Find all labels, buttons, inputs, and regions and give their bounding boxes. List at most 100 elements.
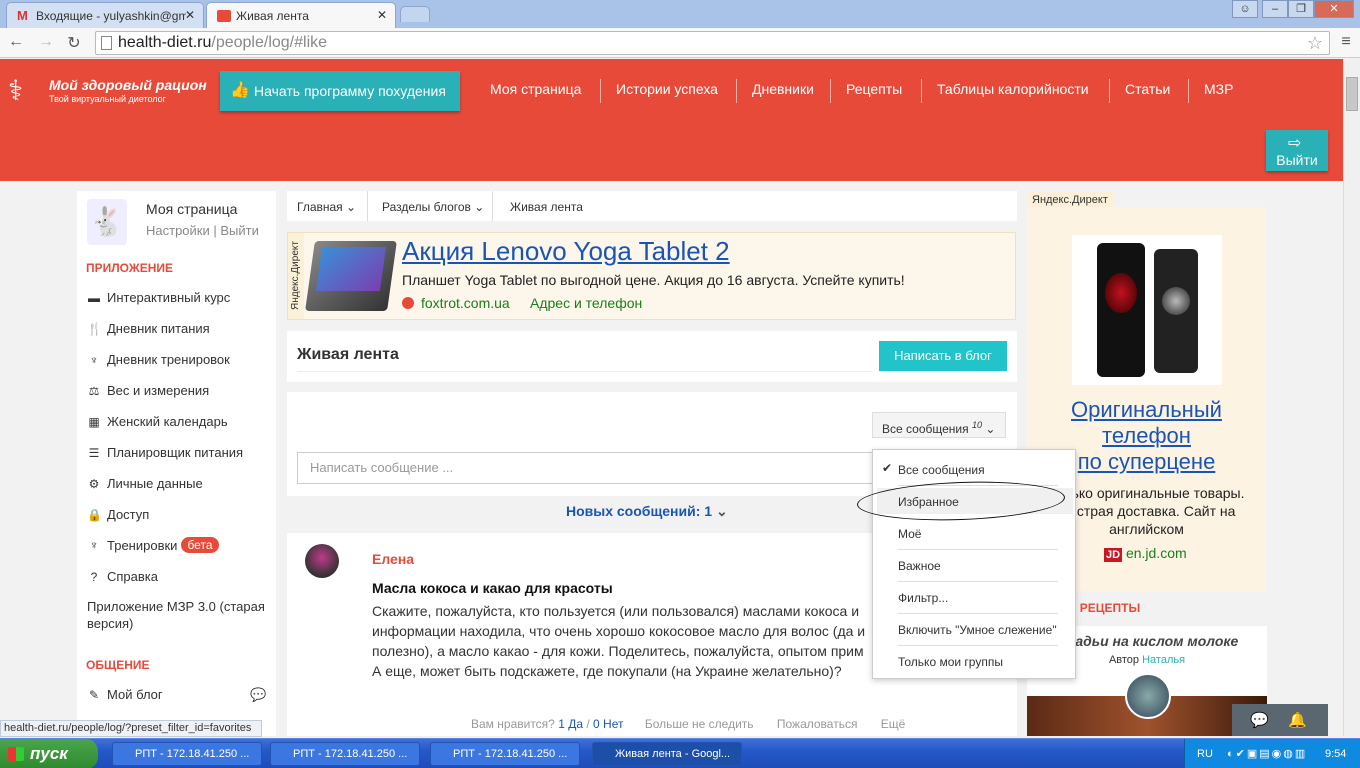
logo-title[interactable]: Мой здоровый рацион [49,77,207,93]
bell-icon[interactable]: 🔔 [1288,704,1307,736]
new-messages-link[interactable]: Новых сообщений: 1 ⌄ [566,503,728,520]
settings-link[interactable]: Настройки [146,223,210,238]
sidebar-item-trainings[interactable]: ♆ Тренировки бета [87,537,219,553]
post-author[interactable]: Елена [372,551,414,567]
message-input[interactable]: Написать сообщение ... [297,452,877,484]
sidebar-item-label: Женский календарь [107,414,228,429]
start-label: пуск [30,744,68,763]
gmail-icon: M [17,7,28,23]
filter-option-filter[interactable]: Фильтр... [898,591,948,605]
scrollbar-thumb[interactable] [1346,77,1358,111]
taskbar-item-rpt-3[interactable]: РПТ - 172.18.41.250 ... [430,742,580,766]
filter-option-my-groups[interactable]: Только мои группы [898,655,1003,669]
sidebar-item-access[interactable]: 🔒 Доступ [87,507,149,522]
author-avatar[interactable] [1125,673,1171,719]
page-scrollbar[interactable] [1343,59,1360,736]
filter-option-mine[interactable]: Моё [898,527,921,541]
write-blog-button[interactable]: Написать в блог [879,341,1007,371]
yandex-ad-top[interactable]: Яндекс.Директ Акция Lenovo Yoga Tablet 2… [287,232,1016,320]
taskbar-item-label: РПТ - 172.18.41.250 ... [453,748,568,760]
ad-right-title-line[interactable]: телефон [1027,423,1266,449]
new-tab-button[interactable] [400,6,430,22]
blog-user-icon: ✎ [88,687,100,702]
nav-calorie-tables[interactable]: Таблицы калорийности [937,81,1089,97]
unfollow-link[interactable]: Больше не следить [645,717,754,731]
avatar[interactable]: 🐇 [87,199,127,245]
user-icon[interactable]: ☺ [1232,0,1258,18]
author-avatar[interactable] [305,544,339,578]
close-tab-icon[interactable]: ✕ [377,8,387,22]
sidebar-item-calendar[interactable]: ▦ Женский календарь [87,414,228,429]
more-menu[interactable]: Ещё [881,717,906,731]
restore-icon[interactable]: ❐ [1288,0,1314,18]
breadcrumb-sections[interactable]: Разделы блогов ⌄ [382,200,484,214]
sidebar-item-planner[interactable]: ☰ Планировщик питания [87,445,243,460]
breadcrumb-home[interactable]: Главная ⌄ [297,200,356,214]
browser-tab-active[interactable]: Живая лента ✕ [206,2,396,28]
forward-icon[interactable]: → [36,33,56,51]
exit-link[interactable]: Выйти [220,223,259,238]
ad-title[interactable]: Акция Lenovo Yoga Tablet 2 [402,236,730,267]
language-indicator[interactable]: RU [1197,739,1213,768]
sidebar-item-my-blog[interactable]: ✎ Мой блог 💬 [87,687,267,703]
filter-option-smart-follow[interactable]: Включить "Умное слежение" [898,623,1057,637]
windows-taskbar: пуск РПТ - 172.18.41.250 ... РПТ - 172.1… [0,738,1360,768]
filter-option-important[interactable]: Важное [898,559,941,573]
menu-icon[interactable]: ≡ [1336,33,1356,51]
bookmark-star-icon[interactable]: ☆ [1307,32,1323,54]
sidebar-item-old-app[interactable]: Приложение МЗР 3.0 (старая версия) [87,598,272,632]
start-program-button[interactable]: 👍 Начать программу похудения [220,71,460,111]
recipe-author[interactable]: Наталья [1142,654,1185,666]
logout-icon: ⇨ [1288,135,1302,152]
like-no[interactable]: 0 Нет [593,717,623,731]
like-yes[interactable]: 1 Да [558,717,583,731]
nav-articles[interactable]: Статьи [1125,81,1170,97]
logo-icon[interactable]: ⚕ [8,71,36,111]
message-placeholder: Написать сообщение ... [310,460,454,475]
filter-select[interactable]: Все сообщения 10 ⌄ [872,412,1006,438]
breadcrumb-home-label: Главная [297,200,343,214]
ad-domain[interactable]: foxtrot.com.ua [421,295,510,311]
close-tab-icon[interactable]: ✕ [185,8,195,22]
chat-widget[interactable]: 💬 🔔 [1232,704,1328,736]
ad-right-title-line[interactable]: Оригинальный [1027,397,1266,423]
my-page-link[interactable]: Моя страница [146,201,237,217]
sidebar-item-help[interactable]: ? Справка [87,569,158,584]
close-window-icon[interactable]: ✕ [1314,0,1354,18]
start-button[interactable]: пуск [0,739,98,768]
dropdown-divider [898,549,1058,550]
nav-diaries[interactable]: Дневники [752,81,814,97]
logout-button[interactable]: ⇨ Выйти [1266,130,1328,171]
minimize-icon[interactable]: – [1262,0,1288,18]
sidebar-item-label: Тренировки [107,537,178,553]
report-link[interactable]: Пожаловаться [777,717,858,731]
browser-tab-gmail[interactable]: M Входящие - yulyashkin@gm ✕ [6,2,204,28]
site-favicon [217,9,231,22]
sidebar-item-course[interactable]: ▬ Интерактивный курс [87,290,230,305]
training-icon: ♆ [89,538,99,552]
taskbar-item-rpt-1[interactable]: РПТ - 172.18.41.250 ... [112,742,262,766]
nav-recipes[interactable]: Рецепты [846,81,902,97]
sidebar-item-weight[interactable]: ⚖ Вес и измерения [87,383,210,398]
sidebar-item-food-diary[interactable]: 🍴 Дневник питания [87,321,210,336]
filter-option-all[interactable]: Все сообщения [898,463,985,477]
reload-icon[interactable]: ↻ [64,33,84,53]
taskbar-item-rpt-2[interactable]: РПТ - 172.18.41.250 ... [270,742,420,766]
sidebar-item-workout-diary[interactable]: ♆ Дневник тренировок [87,352,230,367]
logout-label: Выйти [1276,152,1318,168]
nav-mzr[interactable]: МЗР [1204,81,1233,97]
clock[interactable]: 9:54 [1325,739,1346,768]
url-input[interactable]: health-diet.ru/people/log/#like ☆ [95,31,1330,55]
nav-my-page[interactable]: Моя страница [490,81,581,97]
ad-address-link[interactable]: Адрес и телефон [530,295,642,311]
sidebar-item-label: Доступ [107,507,150,522]
ad-right-domain[interactable]: en.jd.com [1126,545,1187,561]
sidebar-item-personal-data[interactable]: ⚙ Личные данные [87,476,203,491]
post-title[interactable]: Масла кокоса и какао для красоты [372,580,613,596]
back-icon[interactable]: ← [6,33,26,51]
nav-success-stories[interactable]: Истории успеха [616,81,718,97]
chat-icon[interactable]: 💬 [1250,704,1269,736]
tray-icons[interactable]: ◐✔▣▤◉◍▥ [1227,739,1307,768]
chat-bubble-icon[interactable]: 💬 [250,687,266,703]
taskbar-item-chrome[interactable]: Живая лента - Googl... [592,742,742,766]
